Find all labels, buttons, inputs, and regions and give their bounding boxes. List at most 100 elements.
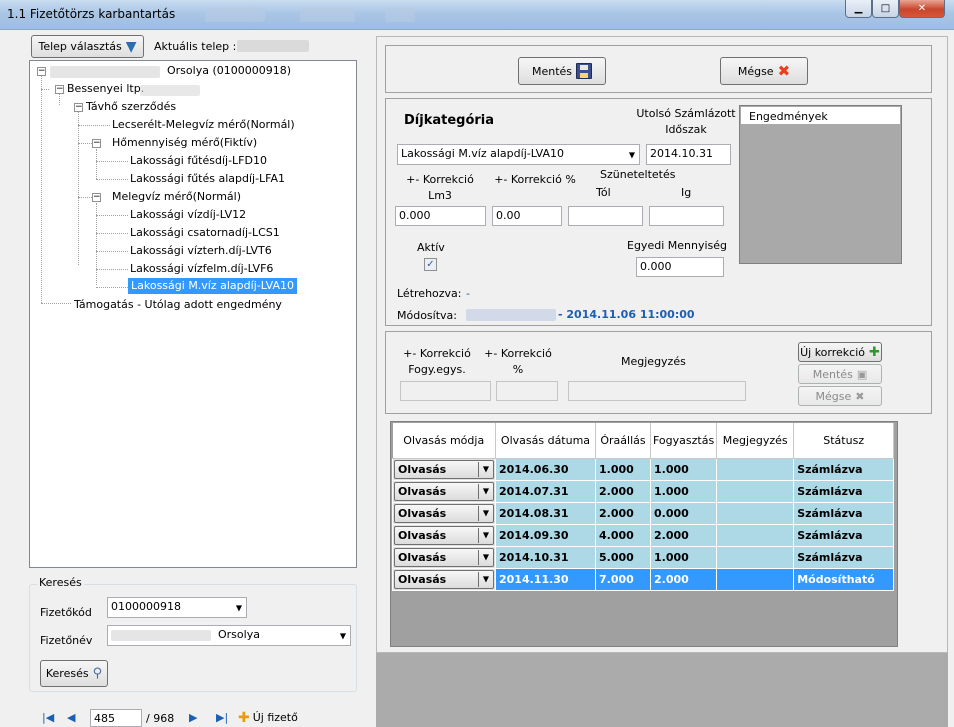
mode-cell[interactable]: Olvasás ▼ (392, 501, 496, 525)
tree-node-address[interactable]: Bessenyei ltp. (67, 81, 144, 97)
korr-pct-input[interactable]: 0.00 (492, 206, 562, 226)
tree-node-tariff[interactable]: Lakossági vízterh.díj-LVT6 (130, 243, 272, 259)
readings-grid[interactable]: Olvasás módja Olvasás dátuma Óraállás Fo… (390, 421, 898, 647)
consumption-cell[interactable]: 0.000 (649, 501, 718, 525)
mode-cell[interactable]: Olvasás ▼ (392, 479, 496, 503)
note-cell[interactable] (716, 457, 795, 481)
tree-node-contract[interactable]: Távhő szerződés (86, 99, 176, 115)
record-index-input[interactable]: 485 (90, 709, 142, 727)
new-correction-button[interactable]: Új korrekció ✚ (798, 342, 882, 362)
tree-expander[interactable]: − (74, 103, 83, 112)
meter-cell[interactable]: 7.000 (595, 567, 651, 591)
note-cell[interactable] (716, 567, 795, 591)
date-cell[interactable]: 2014.09.30 (495, 523, 596, 547)
table-row[interactable]: Olvasás ▼ 2014.06.30 1.000 1.000 Számlázv… (392, 457, 895, 481)
corr-note-input[interactable] (568, 381, 746, 401)
table-row-selected[interactable]: Olvasás ▼ 2014.11.30 7.000 2.000 Módosíth… (392, 567, 895, 591)
mode-cell[interactable]: Olvasás ▼ (392, 545, 496, 569)
next-record-icon[interactable]: ▶ (189, 711, 197, 724)
close-button[interactable]: ✕ (899, 0, 945, 18)
table-row[interactable]: Olvasás ▼ 2014.09.30 4.000 2.000 Számlázv… (392, 523, 895, 547)
suspension-to-input[interactable] (649, 206, 724, 226)
status-cell[interactable]: Számlázva (793, 457, 895, 481)
correction-save-button[interactable]: Mentés ▣ (798, 364, 882, 384)
col-header-mode[interactable]: Olvasás módja (392, 423, 496, 459)
tree-expander[interactable]: − (55, 85, 64, 94)
col-header-meter[interactable]: Óraállás (595, 423, 651, 459)
corr-units-input[interactable] (400, 381, 491, 401)
tree-node-meter[interactable]: Hőmennyiség mérő(Fiktív) (112, 135, 257, 151)
payer-code-combo[interactable]: 0100000918 ▼ (107, 597, 247, 618)
search-button[interactable]: Keresés ⚲ (40, 660, 108, 687)
corr-pct-input[interactable] (496, 381, 558, 401)
col-header-note[interactable]: Megjegyzés (716, 423, 795, 459)
tree-node-root[interactable]: Orsolya (0100000918) (167, 63, 291, 79)
discounts-list[interactable]: Engedmények (739, 105, 902, 264)
table-row[interactable]: Olvasás ▼ 2014.07.31 2.000 1.000 Számlázv… (392, 479, 895, 503)
suspension-from-input[interactable] (568, 206, 643, 226)
date-cell[interactable]: 2014.10.31 (495, 545, 596, 569)
note-cell[interactable] (716, 479, 795, 503)
correction-cancel-button[interactable]: Mégse ✖ (798, 386, 882, 406)
meter-cell[interactable]: 4.000 (595, 523, 651, 547)
status-cell[interactable]: Módosítható (793, 567, 895, 591)
tree-node-tariff[interactable]: Lakossági fűtésdíj-LFD10 (130, 153, 267, 169)
payer-tree[interactable]: − Orsolya (0100000918) − Bessenyei ltp. … (29, 60, 357, 568)
mode-combo[interactable]: Olvasás ▼ (394, 547, 494, 567)
telep-select-button[interactable]: Telep választás ▼ (31, 35, 144, 58)
tree-node-meter[interactable]: Melegvíz mérő(Normál) (112, 189, 241, 205)
mode-cell[interactable]: Olvasás ▼ (392, 567, 496, 591)
prev-record-icon[interactable]: ◀ (67, 711, 75, 724)
korr-lm3-input[interactable]: 0.000 (395, 206, 486, 226)
table-row[interactable]: Olvasás ▼ 2014.10.31 5.000 1.000 Számlázv… (392, 545, 895, 569)
tree-node-meter[interactable]: Lecserélt-Melegvíz mérő(Normál) (112, 117, 295, 133)
col-header-date[interactable]: Olvasás dátuma (495, 423, 596, 459)
meter-cell[interactable]: 1.000 (595, 457, 651, 481)
date-cell[interactable]: 2014.07.31 (495, 479, 596, 503)
first-record-icon[interactable]: |◀ (42, 711, 54, 724)
note-cell[interactable] (716, 523, 795, 547)
consumption-cell[interactable]: 1.000 (649, 545, 718, 569)
mode-combo[interactable]: Olvasás ▼ (394, 459, 494, 479)
consumption-cell[interactable]: 2.000 (649, 567, 718, 591)
note-cell[interactable] (716, 501, 795, 525)
col-header-status[interactable]: Státusz (793, 423, 895, 459)
note-cell[interactable] (716, 545, 795, 569)
tree-expander[interactable]: − (37, 67, 46, 76)
tree-node-tariff[interactable]: Lakossági vízdíj-LV12 (130, 207, 246, 223)
status-cell[interactable]: Számlázva (793, 501, 895, 525)
col-header-consumption[interactable]: Fogyasztás (650, 423, 718, 459)
tree-node-support[interactable]: Támogatás - Utólag adott engedmény (74, 297, 282, 313)
meter-cell[interactable]: 5.000 (595, 545, 651, 569)
tree-expander[interactable]: − (92, 193, 101, 202)
maximize-button[interactable]: □ (872, 0, 899, 18)
status-cell[interactable]: Számlázva (793, 479, 895, 503)
payer-name-combo[interactable]: Orsolya ▼ (107, 625, 351, 646)
active-checkbox[interactable]: ✓ (424, 258, 437, 271)
custom-quantity-input[interactable]: 0.000 (636, 257, 724, 277)
last-period-field[interactable]: 2014.10.31 (646, 144, 731, 165)
consumption-cell[interactable]: 1.000 (649, 479, 718, 503)
tree-expander[interactable]: − (92, 139, 101, 148)
meter-cell[interactable]: 2.000 (595, 501, 651, 525)
date-cell[interactable]: 2014.11.30 (495, 567, 596, 591)
mode-combo[interactable]: Olvasás ▼ (394, 503, 494, 523)
tree-node-tariff[interactable]: Lakossági csatornadíj-LCS1 (130, 225, 280, 241)
meter-cell[interactable]: 2.000 (595, 479, 651, 503)
mode-combo[interactable]: Olvasás ▼ (394, 481, 494, 501)
save-button[interactable]: Mentés (518, 57, 606, 85)
mode-combo[interactable]: Olvasás ▼ (394, 525, 494, 545)
status-cell[interactable]: Számlázva (793, 523, 895, 547)
table-row[interactable]: Olvasás ▼ 2014.08.31 2.000 0.000 Számlázv… (392, 501, 895, 525)
consumption-cell[interactable]: 1.000 (649, 457, 718, 481)
mode-cell[interactable]: Olvasás ▼ (392, 523, 496, 547)
tree-node-tariff[interactable]: Lakossági fűtés alapdíj-LFA1 (130, 171, 285, 187)
tariff-category-combo[interactable]: Lakossági M.víz alapdíj-LVA10 ▼ (397, 144, 640, 165)
last-record-icon[interactable]: ▶| (216, 711, 228, 724)
mode-combo[interactable]: Olvasás ▼ (394, 569, 494, 589)
tree-node-tariff[interactable]: Lakossági vízfelm.díj-LVF6 (130, 261, 273, 277)
date-cell[interactable]: 2014.08.31 (495, 501, 596, 525)
new-payer-button[interactable]: ✚ Új fizető (238, 708, 310, 727)
status-cell[interactable]: Számlázva (793, 545, 895, 569)
minimize-button[interactable]: ▁ (845, 0, 872, 18)
